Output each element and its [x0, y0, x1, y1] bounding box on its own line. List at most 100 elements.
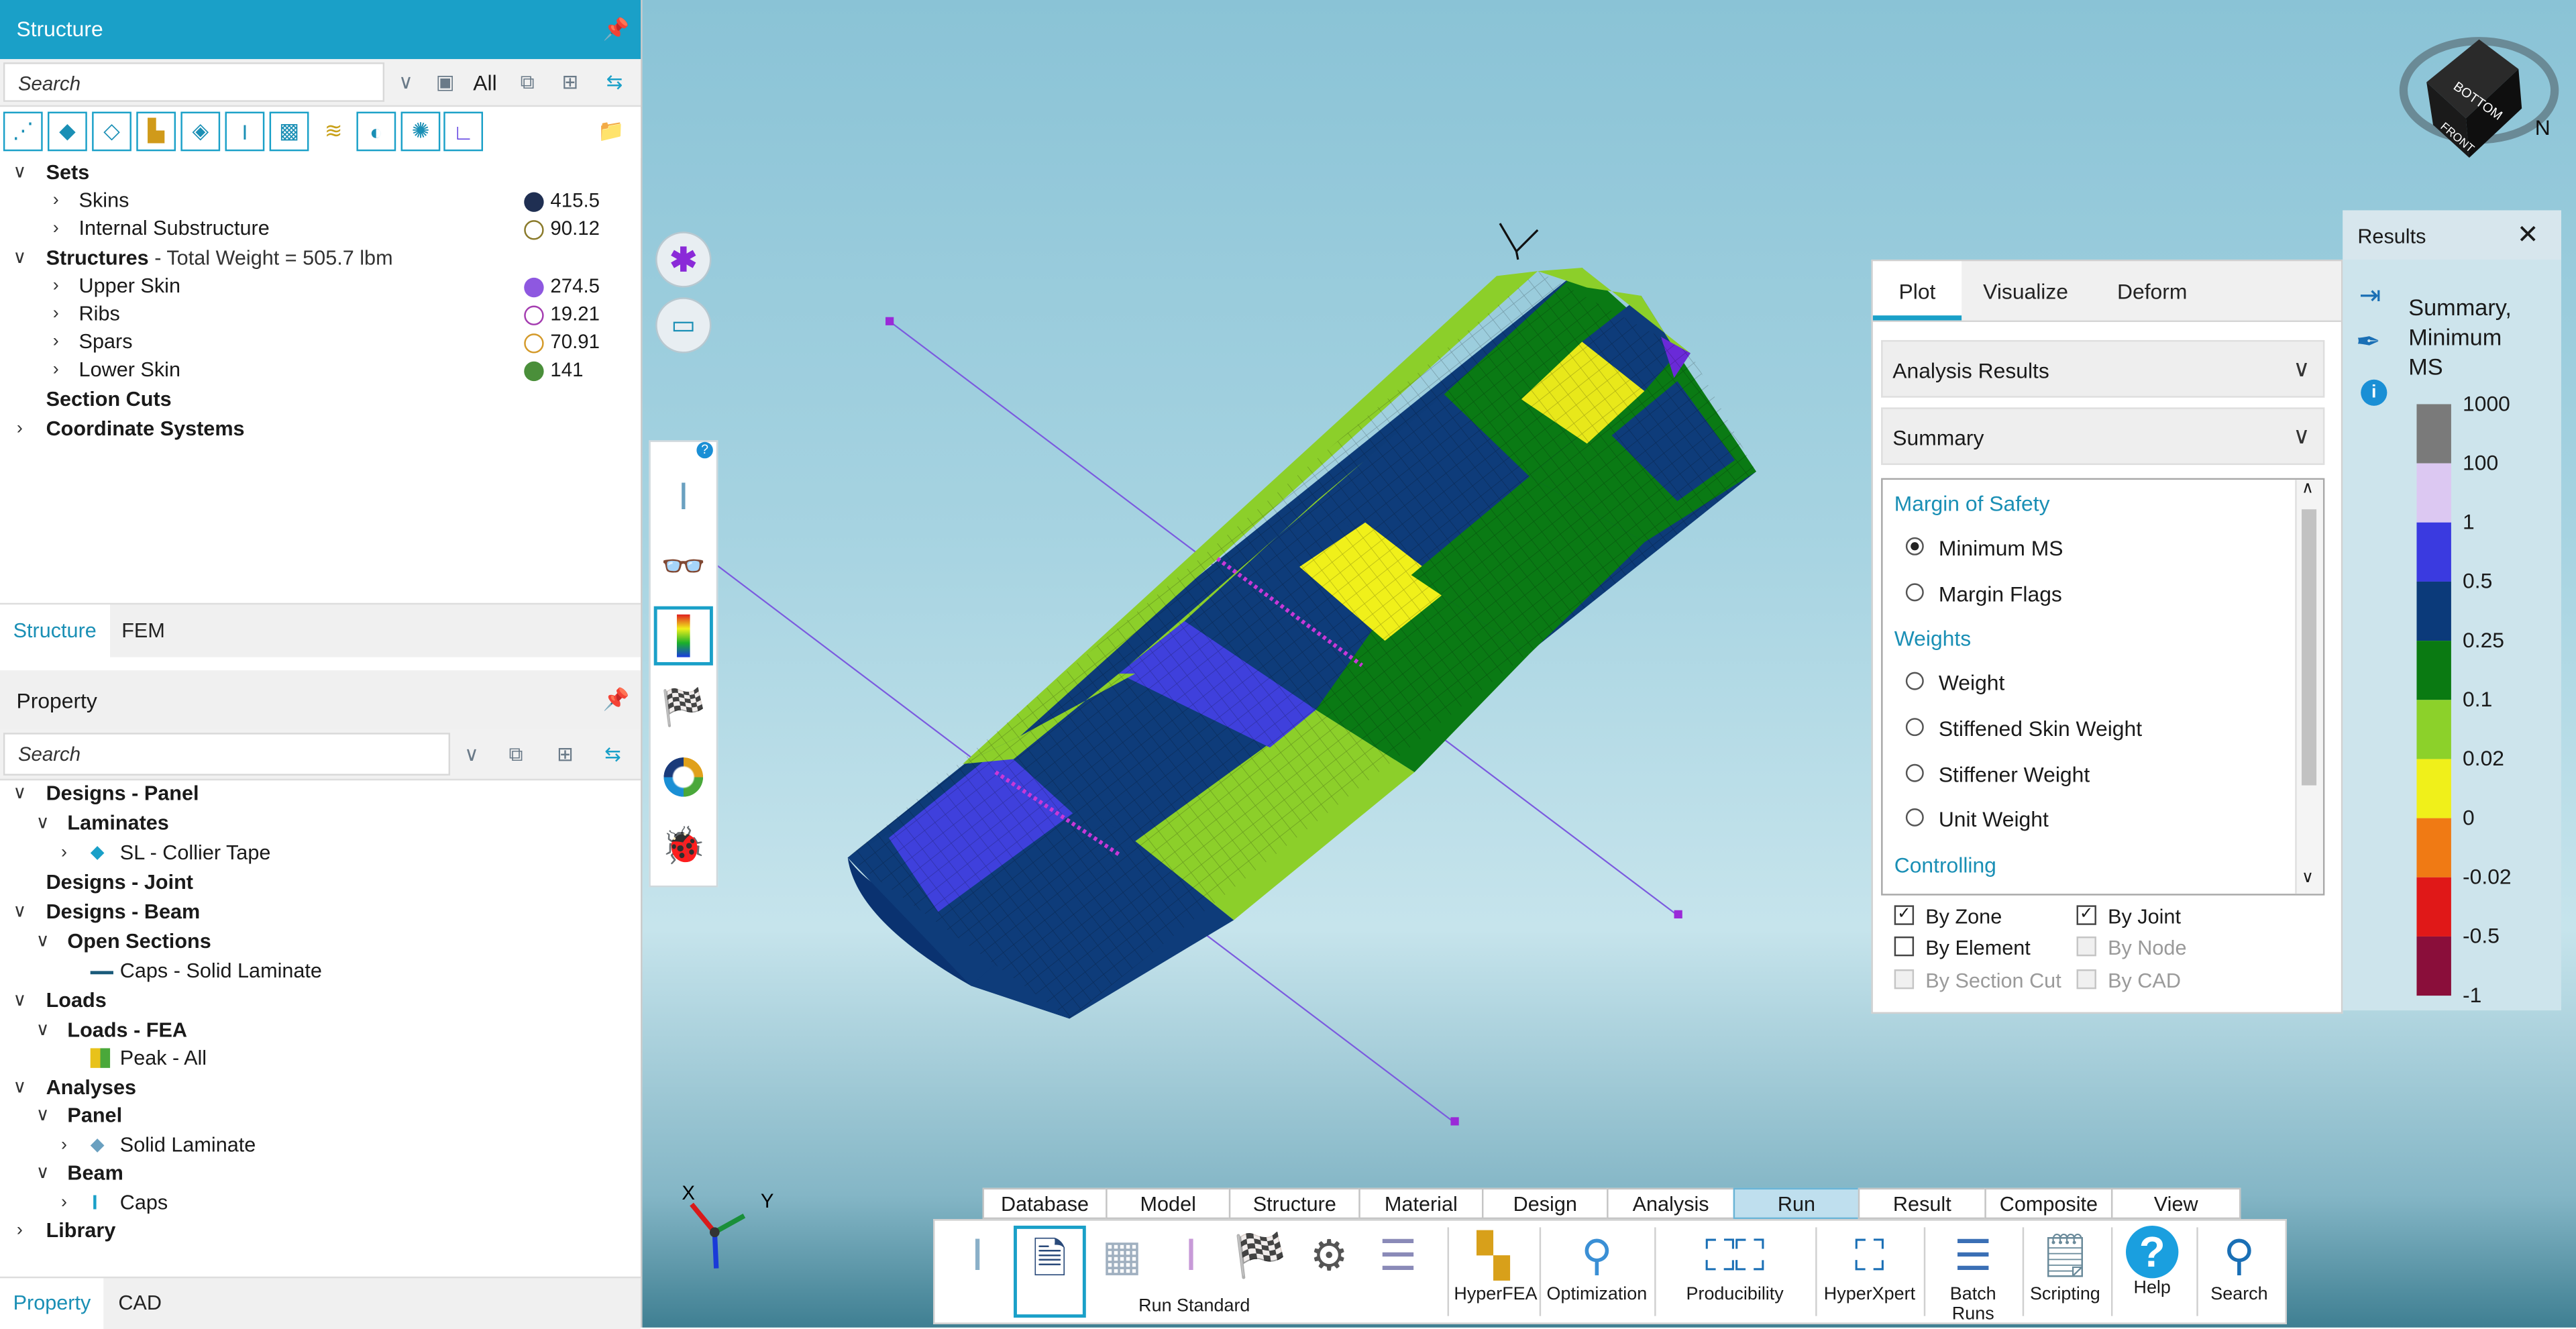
chevron-right-icon[interactable]: ›	[46, 356, 66, 384]
chevron-down-icon[interactable]: ∨	[457, 739, 486, 769]
tab-design[interactable]: Design	[1481, 1187, 1609, 1220]
chevron-right-icon[interactable]: ›	[54, 839, 74, 867]
tab-structure[interactable]: Structure	[0, 604, 110, 657]
chevron-right-icon[interactable]: ›	[46, 215, 66, 244]
help-icon[interactable]: ?	[696, 441, 713, 459]
color-swatch[interactable]	[524, 277, 544, 298]
radio-selected[interactable]	[1905, 537, 1924, 555]
summary-dropdown[interactable]: Summary ∨	[1881, 407, 2325, 466]
optimization-button[interactable]: ⚲ Optimization	[1546, 1226, 1648, 1318]
chevron-right-icon[interactable]: ›	[54, 1132, 74, 1160]
pin-icon[interactable]: 📌	[603, 16, 630, 42]
scroll-thumb[interactable]	[2302, 509, 2317, 786]
cut-handle[interactable]	[885, 317, 894, 325]
info-icon[interactable]: i	[2361, 379, 2387, 406]
pin-icon[interactable]: 📌	[603, 687, 630, 713]
run-settings-button[interactable]: ⚙	[1296, 1226, 1362, 1318]
tab-run[interactable]: Run	[1733, 1187, 1860, 1220]
joint-tool-icon[interactable]: ▙	[136, 111, 176, 152]
chevron-down-icon[interactable]: ∨	[10, 780, 30, 808]
by-element-checkbox[interactable]: By Element	[1894, 936, 2031, 959]
by-joint-checkbox[interactable]: ✓ By Joint	[2076, 905, 2181, 928]
solid-tool-icon[interactable]: ◆	[48, 111, 87, 152]
option-margin-flags[interactable]: Margin Flags	[1905, 582, 2062, 606]
chevron-down-icon[interactable]: ∨	[33, 1102, 52, 1130]
hierarchy-icon[interactable]: ⊞	[550, 739, 580, 769]
chevron-right-icon[interactable]: ›	[46, 329, 66, 357]
glasses-icon[interactable]: 👓	[654, 537, 713, 596]
collapse-all-icon[interactable]: ⧉	[501, 739, 531, 769]
color-swatch[interactable]	[524, 361, 544, 382]
filter-all-label[interactable]: All	[473, 70, 496, 95]
tree-item-internal-substructure[interactable]: › Internal Substructure 90.12	[0, 215, 641, 244]
asterisk-view-button[interactable]: ✱	[655, 231, 712, 288]
chevron-down-icon[interactable]: ∨	[33, 1017, 52, 1045]
chevron-down-icon[interactable]: ∨	[33, 928, 52, 957]
tab-structure-ribbon[interactable]: Structure	[1228, 1187, 1360, 1220]
tab-view[interactable]: View	[2110, 1187, 2241, 1220]
tree-item-spars[interactable]: › Spars 70.91	[0, 329, 641, 357]
close-icon[interactable]: ✕	[2517, 219, 2539, 252]
donut-chart-icon[interactable]	[654, 747, 713, 806]
tab-model[interactable]: Model	[1106, 1187, 1231, 1220]
run-analysis-button[interactable]: 🗎	[1014, 1225, 1086, 1318]
pen-icon[interactable]: ✒	[2356, 325, 2381, 360]
chevron-down-icon[interactable]: ∨	[10, 160, 30, 188]
option-weight[interactable]: Weight	[1905, 670, 2004, 695]
chevron-down-icon[interactable]: ∨	[10, 899, 30, 927]
chevron-down-icon[interactable]: ∨	[2302, 869, 2314, 888]
chevron-right-icon[interactable]: ›	[10, 1218, 30, 1246]
tree-item-ribs[interactable]: › Ribs 19.21	[0, 301, 641, 329]
property-search-input[interactable]: Search	[3, 733, 451, 776]
tab-composite[interactable]: Composite	[1984, 1187, 2113, 1220]
sync-icon[interactable]: ⇆	[598, 739, 627, 769]
export-icon[interactable]: ⇥	[2359, 279, 2381, 312]
sync-icon[interactable]: ⇆	[600, 67, 629, 97]
settings-tool-icon[interactable]: ✺	[400, 111, 441, 152]
run-server-button[interactable]: ☰	[1365, 1226, 1431, 1318]
beam-run-icon[interactable]: Ⅰ	[654, 468, 713, 527]
cube-filter-icon[interactable]: ▣	[431, 67, 460, 97]
option-minimum-ms[interactable]: Minimum MS	[1905, 535, 2063, 560]
tab-result[interactable]: Result	[1858, 1187, 1986, 1220]
by-zone-checkbox[interactable]: ✓ By Zone	[1894, 905, 2002, 928]
producibility-button[interactable]: ⛶⛶ Producibility	[1661, 1226, 1809, 1318]
connect-tool-icon[interactable]: ⋰	[3, 111, 43, 152]
search-button[interactable]: ⚲ Search	[2200, 1226, 2279, 1318]
tree-item-lower-skin[interactable]: › Lower Skin 141	[0, 356, 641, 384]
analysis-results-dropdown[interactable]: Analysis Results ∨	[1881, 339, 2325, 398]
cut-handle[interactable]	[1450, 1117, 1459, 1126]
chevron-down-icon[interactable]: ∨	[10, 988, 30, 1016]
help-button[interactable]: ? Help	[2114, 1225, 2190, 1318]
tab-database[interactable]: Database	[982, 1187, 1108, 1220]
chevron-down-icon[interactable]: ∨	[33, 810, 52, 838]
contour-plot-icon[interactable]	[653, 606, 713, 666]
chevron-right-icon[interactable]: ›	[10, 416, 30, 444]
cut-handle[interactable]	[1674, 910, 1682, 918]
tab-deform[interactable]: Deform	[2100, 261, 2205, 320]
hyperfea-button[interactable]: ▚ HyperFEA	[1454, 1226, 1537, 1318]
tab-cad[interactable]: CAD	[105, 1278, 175, 1329]
chevron-right-icon[interactable]: ›	[54, 1189, 74, 1218]
color-swatch[interactable]	[524, 192, 544, 212]
chevron-right-icon[interactable]: ›	[46, 187, 66, 215]
chevron-up-icon[interactable]: ∧	[2302, 480, 2314, 498]
chevron-right-icon[interactable]: ›	[46, 273, 66, 301]
color-swatch[interactable]	[524, 305, 544, 325]
hyperxpert-button[interactable]: ⛶ HyperXpert	[1822, 1226, 1917, 1318]
layers-tool-icon[interactable]: ≋	[314, 112, 354, 152]
option-stiffener-weight[interactable]: Stiffener Weight	[1905, 762, 2090, 787]
tree-item-skins[interactable]: › Skins 415.5	[0, 187, 641, 215]
tab-plot[interactable]: Plot	[1872, 261, 1962, 321]
tab-property[interactable]: Property	[0, 1278, 104, 1329]
hierarchy-icon[interactable]: ⊞	[555, 67, 585, 97]
tree-item-upper-skin[interactable]: › Upper Skin 274.5	[0, 273, 641, 301]
color-swatch[interactable]	[524, 220, 544, 240]
collapse-all-icon[interactable]: ⧉	[513, 67, 542, 97]
tab-analysis[interactable]: Analysis	[1607, 1187, 1735, 1220]
structure-search-input[interactable]: Search	[3, 62, 385, 102]
chevron-right-icon[interactable]: ›	[46, 301, 66, 329]
panel-tool-icon[interactable]: ◈	[180, 111, 221, 152]
result-type-list[interactable]: Margin of Safety Minimum MS Margin Flags…	[1881, 478, 2325, 896]
chevron-down-icon[interactable]: ∨	[10, 1075, 30, 1103]
